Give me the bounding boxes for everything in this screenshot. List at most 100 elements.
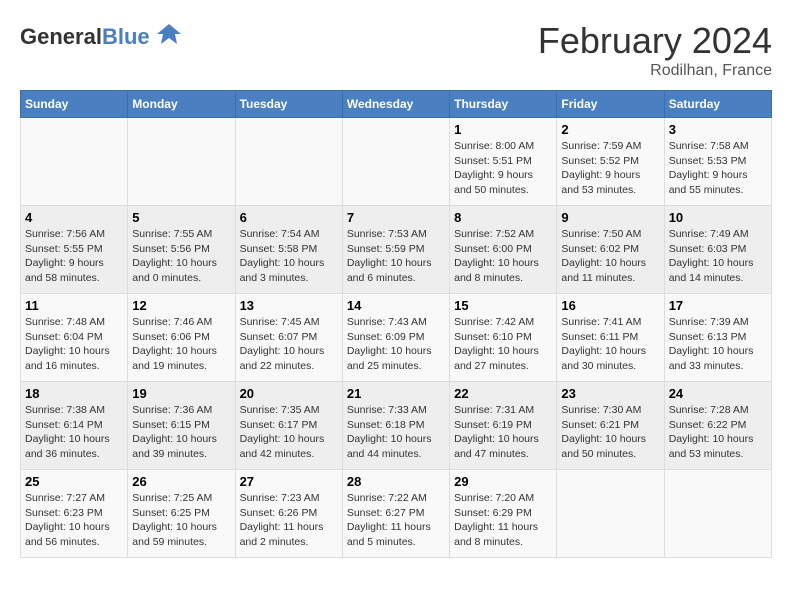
day-number: 3 bbox=[669, 122, 767, 137]
col-header-monday: Monday bbox=[128, 91, 235, 118]
day-info: Sunrise: 7:43 AM Sunset: 6:09 PM Dayligh… bbox=[347, 315, 445, 374]
day-number: 26 bbox=[132, 474, 230, 489]
day-info: Sunrise: 7:41 AM Sunset: 6:11 PM Dayligh… bbox=[561, 315, 659, 374]
day-number: 14 bbox=[347, 298, 445, 313]
day-info: Sunrise: 7:39 AM Sunset: 6:13 PM Dayligh… bbox=[669, 315, 767, 374]
calendar-cell: 4 Sunrise: 7:56 AM Sunset: 5:55 PM Daylig… bbox=[21, 206, 128, 294]
day-info: Sunrise: 7:22 AM Sunset: 6:27 PM Dayligh… bbox=[347, 491, 445, 550]
day-info: Sunrise: 7:45 AM Sunset: 6:07 PM Dayligh… bbox=[240, 315, 338, 374]
col-header-wednesday: Wednesday bbox=[342, 91, 449, 118]
day-info: Sunrise: 7:27 AM Sunset: 6:23 PM Dayligh… bbox=[25, 491, 123, 550]
day-info: Sunrise: 7:55 AM Sunset: 5:56 PM Dayligh… bbox=[132, 227, 230, 286]
calendar-cell bbox=[557, 470, 664, 558]
calendar-cell bbox=[128, 118, 235, 206]
day-number: 4 bbox=[25, 210, 123, 225]
calendar-cell: 12 Sunrise: 7:46 AM Sunset: 6:06 PM Dayli… bbox=[128, 294, 235, 382]
day-number: 27 bbox=[240, 474, 338, 489]
day-info: Sunrise: 7:48 AM Sunset: 6:04 PM Dayligh… bbox=[25, 315, 123, 374]
day-number: 8 bbox=[454, 210, 552, 225]
calendar-cell: 22 Sunrise: 7:31 AM Sunset: 6:19 PM Dayli… bbox=[450, 382, 557, 470]
day-info: Sunrise: 7:53 AM Sunset: 5:59 PM Dayligh… bbox=[347, 227, 445, 286]
week-row-1: 1Sunrise: 8:00 AM Sunset: 5:51 PM Daylig… bbox=[21, 118, 772, 206]
logo-text: GeneralBlue bbox=[20, 24, 150, 50]
calendar-cell: 14 Sunrise: 7:43 AM Sunset: 6:09 PM Dayli… bbox=[342, 294, 449, 382]
calendar-cell: 20 Sunrise: 7:35 AM Sunset: 6:17 PM Dayli… bbox=[235, 382, 342, 470]
day-info: Sunrise: 7:56 AM Sunset: 5:55 PM Dayligh… bbox=[25, 227, 123, 286]
day-number: 7 bbox=[347, 210, 445, 225]
title-area: February 2024 Rodilhan, France bbox=[538, 20, 772, 80]
calendar-cell bbox=[235, 118, 342, 206]
week-row-2: 4 Sunrise: 7:56 AM Sunset: 5:55 PM Daylig… bbox=[21, 206, 772, 294]
day-number: 22 bbox=[454, 386, 552, 401]
day-number: 29 bbox=[454, 474, 552, 489]
col-header-sunday: Sunday bbox=[21, 91, 128, 118]
day-info: Sunrise: 7:23 AM Sunset: 6:26 PM Dayligh… bbox=[240, 491, 338, 550]
day-number: 28 bbox=[347, 474, 445, 489]
calendar-cell: 18Sunrise: 7:38 AM Sunset: 6:14 PM Dayli… bbox=[21, 382, 128, 470]
calendar-cell: 11 Sunrise: 7:48 AM Sunset: 6:04 PM Dayli… bbox=[21, 294, 128, 382]
calendar-cell: 28 Sunrise: 7:22 AM Sunset: 6:27 PM Dayli… bbox=[342, 470, 449, 558]
day-info: Sunrise: 7:20 AM Sunset: 6:29 PM Dayligh… bbox=[454, 491, 552, 550]
day-number: 5 bbox=[132, 210, 230, 225]
day-number: 17 bbox=[669, 298, 767, 313]
day-number: 10 bbox=[669, 210, 767, 225]
calendar-cell bbox=[21, 118, 128, 206]
day-info: Sunrise: 7:33 AM Sunset: 6:18 PM Dayligh… bbox=[347, 403, 445, 462]
calendar-cell: 23 Sunrise: 7:30 AM Sunset: 6:21 PM Dayli… bbox=[557, 382, 664, 470]
day-info: Sunrise: 7:36 AM Sunset: 6:15 PM Dayligh… bbox=[132, 403, 230, 462]
week-row-4: 18Sunrise: 7:38 AM Sunset: 6:14 PM Dayli… bbox=[21, 382, 772, 470]
day-number: 18 bbox=[25, 386, 123, 401]
calendar-cell: 16 Sunrise: 7:41 AM Sunset: 6:11 PM Dayli… bbox=[557, 294, 664, 382]
day-number: 25 bbox=[25, 474, 123, 489]
day-number: 6 bbox=[240, 210, 338, 225]
calendar-cell: 13 Sunrise: 7:45 AM Sunset: 6:07 PM Dayli… bbox=[235, 294, 342, 382]
calendar-cell: 3 Sunrise: 7:58 AM Sunset: 5:53 PM Daylig… bbox=[664, 118, 771, 206]
col-header-friday: Friday bbox=[557, 91, 664, 118]
col-header-tuesday: Tuesday bbox=[235, 91, 342, 118]
day-info: Sunrise: 7:58 AM Sunset: 5:53 PM Dayligh… bbox=[669, 139, 767, 198]
calendar-cell bbox=[664, 470, 771, 558]
calendar-cell: 9Sunrise: 7:50 AM Sunset: 6:02 PM Daylig… bbox=[557, 206, 664, 294]
col-header-saturday: Saturday bbox=[664, 91, 771, 118]
calendar-cell bbox=[342, 118, 449, 206]
calendar-table: SundayMondayTuesdayWednesdayThursdayFrid… bbox=[20, 90, 772, 558]
day-info: Sunrise: 7:54 AM Sunset: 5:58 PM Dayligh… bbox=[240, 227, 338, 286]
day-number: 19 bbox=[132, 386, 230, 401]
day-info: Sunrise: 7:49 AM Sunset: 6:03 PM Dayligh… bbox=[669, 227, 767, 286]
day-info: Sunrise: 7:28 AM Sunset: 6:22 PM Dayligh… bbox=[669, 403, 767, 462]
day-info: Sunrise: 7:52 AM Sunset: 6:00 PM Dayligh… bbox=[454, 227, 552, 286]
calendar-cell: 7 Sunrise: 7:53 AM Sunset: 5:59 PM Daylig… bbox=[342, 206, 449, 294]
location-title: Rodilhan, France bbox=[538, 62, 772, 80]
calendar-cell: 27 Sunrise: 7:23 AM Sunset: 6:26 PM Dayli… bbox=[235, 470, 342, 558]
day-info: Sunrise: 7:30 AM Sunset: 6:21 PM Dayligh… bbox=[561, 403, 659, 462]
day-number: 16 bbox=[561, 298, 659, 313]
day-number: 12 bbox=[132, 298, 230, 313]
day-info: Sunrise: 7:42 AM Sunset: 6:10 PM Dayligh… bbox=[454, 315, 552, 374]
day-number: 13 bbox=[240, 298, 338, 313]
calendar-cell: 29 Sunrise: 7:20 AM Sunset: 6:29 PM Dayli… bbox=[450, 470, 557, 558]
page-header: GeneralBlue February 2024 Rodilhan, Fran… bbox=[20, 20, 772, 80]
day-number: 20 bbox=[240, 386, 338, 401]
day-info: Sunrise: 7:25 AM Sunset: 6:25 PM Dayligh… bbox=[132, 491, 230, 550]
day-number: 9 bbox=[561, 210, 659, 225]
calendar-header-row: SundayMondayTuesdayWednesdayThursdayFrid… bbox=[21, 91, 772, 118]
month-title: February 2024 bbox=[538, 20, 772, 62]
day-number: 15 bbox=[454, 298, 552, 313]
day-number: 2 bbox=[561, 122, 659, 137]
day-info: Sunrise: 7:35 AM Sunset: 6:17 PM Dayligh… bbox=[240, 403, 338, 462]
calendar-cell: 8 Sunrise: 7:52 AM Sunset: 6:00 PM Daylig… bbox=[450, 206, 557, 294]
day-info: Sunrise: 7:46 AM Sunset: 6:06 PM Dayligh… bbox=[132, 315, 230, 374]
calendar-cell: 5 Sunrise: 7:55 AM Sunset: 5:56 PM Daylig… bbox=[128, 206, 235, 294]
day-number: 23 bbox=[561, 386, 659, 401]
calendar-cell: 26 Sunrise: 7:25 AM Sunset: 6:25 PM Dayli… bbox=[128, 470, 235, 558]
day-info: Sunrise: 7:31 AM Sunset: 6:19 PM Dayligh… bbox=[454, 403, 552, 462]
day-number: 11 bbox=[25, 298, 123, 313]
calendar-cell: 15 Sunrise: 7:42 AM Sunset: 6:10 PM Dayli… bbox=[450, 294, 557, 382]
calendar-cell: 19 Sunrise: 7:36 AM Sunset: 6:15 PM Dayli… bbox=[128, 382, 235, 470]
calendar-cell: 10 Sunrise: 7:49 AM Sunset: 6:03 PM Dayli… bbox=[664, 206, 771, 294]
col-header-thursday: Thursday bbox=[450, 91, 557, 118]
day-info: Sunrise: 7:59 AM Sunset: 5:52 PM Dayligh… bbox=[561, 139, 659, 198]
day-number: 21 bbox=[347, 386, 445, 401]
calendar-cell: 2 Sunrise: 7:59 AM Sunset: 5:52 PM Daylig… bbox=[557, 118, 664, 206]
logo-bird-icon bbox=[155, 20, 183, 53]
